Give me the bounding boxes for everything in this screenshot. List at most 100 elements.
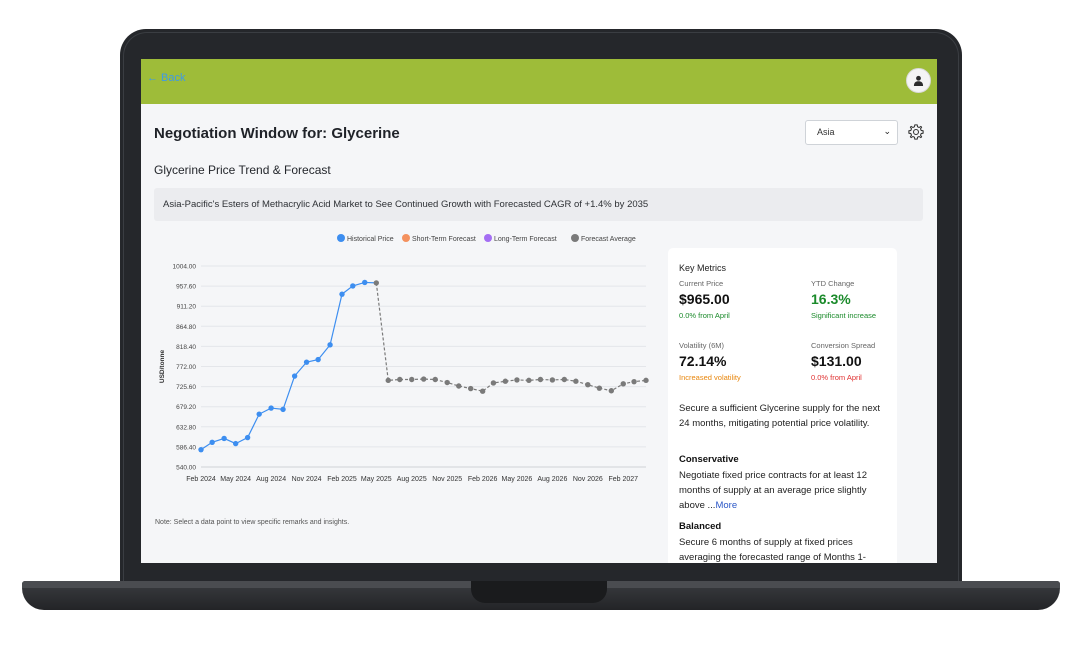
y-tick-label: 679.20	[176, 404, 196, 411]
user-avatar-button[interactable]	[906, 68, 931, 93]
historical-data-point	[280, 406, 286, 413]
x-tick-label: Aug 2025	[397, 476, 427, 483]
y-tick-label: 957.60	[176, 284, 196, 291]
historical-data-point	[256, 411, 262, 417]
chevron-down-icon: ⌄	[883, 126, 891, 136]
x-tick-label: Nov 2024	[292, 476, 322, 483]
y-tick-label: 586.40	[176, 444, 196, 451]
more-link[interactable]: More	[715, 500, 737, 511]
y-tick-label: 772.00	[176, 364, 196, 371]
x-tick-label: Feb 2027	[608, 476, 638, 483]
forecast-data-point	[490, 380, 497, 386]
x-tick-label: Feb 2026	[468, 476, 498, 483]
forecast-data-point	[467, 385, 474, 392]
forecast-data-point	[385, 377, 391, 384]
metric-sub: Increased volatility	[679, 373, 741, 382]
y-tick-label: 540.00	[176, 465, 196, 472]
metric-label: Conversion Spread	[811, 341, 876, 350]
forecast-data-point	[409, 376, 415, 383]
forecast-data-point	[620, 381, 626, 387]
metric-label: Volatility (6M)	[679, 341, 725, 350]
page-title: Negotiation Window for: Glycerine	[154, 125, 400, 142]
app-screen: ← Back Negotiation Window for: Glycerine…	[141, 59, 937, 563]
top-bar: ← Back	[141, 59, 937, 104]
legend-label: Forecast Average	[581, 236, 636, 243]
metric-sub: 0.0% from April	[679, 311, 730, 320]
historical-data-point	[221, 435, 227, 442]
legend-label: Historical Price	[347, 236, 394, 243]
region-select-value: Asia	[817, 127, 835, 137]
conservative-text: Negotiate fixed price contracts for at l…	[679, 470, 867, 511]
forecast-data-point	[561, 376, 568, 383]
x-tick-label: Feb 2024	[186, 476, 216, 483]
back-link[interactable]: ← Back	[147, 72, 186, 84]
forecast-data-point	[643, 377, 649, 384]
historical-data-point	[232, 440, 239, 447]
strategy-summary: Secure a sufficient Glycerine supply for…	[679, 403, 881, 429]
forecast-data-point	[444, 379, 450, 386]
legend-swatch	[484, 234, 492, 242]
x-tick-label: May 2026	[502, 476, 533, 483]
x-tick-label: Feb 2025	[327, 476, 357, 483]
legend-label: Long-Term Forecast	[494, 236, 557, 243]
x-tick-label: Nov 2025	[432, 476, 462, 483]
forecast-data-point	[537, 376, 544, 383]
market-headline: Asia-Pacific's Esters of Methacrylic Aci…	[154, 188, 923, 221]
metric-conversion-spread: Conversion Spread $131.00 0.0% from Apri…	[811, 341, 875, 382]
historical-data-point	[362, 279, 368, 286]
metric-value: 72.14%	[679, 353, 727, 369]
metric-volatility: Volatility (6M) 72.14% Increased volatil…	[679, 341, 741, 382]
x-tick-label: May 2025	[361, 476, 392, 483]
forecast-data-point	[596, 385, 603, 391]
metric-ytd-change: YTD Change 16.3% Significant increase	[811, 279, 876, 320]
metric-current-price: Current Price $965.00 0.0% from April	[679, 279, 730, 320]
strategy-balanced-text: Secure 6 months of supply at fixed price…	[679, 537, 866, 563]
metric-value: $131.00	[811, 353, 862, 369]
historical-data-point	[339, 291, 345, 297]
laptop-notch	[471, 581, 607, 603]
strategy-conservative-text: Negotiate fixed price contracts for at l…	[679, 468, 889, 513]
historical-data-point	[303, 359, 310, 365]
historical-data-point	[327, 342, 333, 348]
forecast-data-point	[631, 378, 637, 385]
legend-swatch	[337, 234, 345, 242]
forecast-data-point	[585, 381, 591, 388]
forecast-data-point	[608, 388, 615, 394]
x-tick-label: May 2024	[220, 476, 251, 483]
forecast-data-point	[549, 377, 556, 383]
legend-swatch	[571, 234, 579, 242]
historical-data-point	[350, 283, 356, 289]
metric-value: $965.00	[679, 291, 730, 307]
historical-data-point	[209, 439, 215, 446]
forecast-data-point	[573, 378, 579, 384]
region-select[interactable]: Asia ⌄	[805, 120, 898, 145]
y-tick-label: 1004.00	[173, 264, 197, 271]
metric-value: 16.3%	[811, 291, 851, 307]
forecast-average-line	[375, 282, 647, 392]
chart-note: Note: Select a data point to view specif…	[155, 519, 350, 526]
historical-data-point	[244, 434, 251, 441]
historical-data-point	[291, 373, 298, 379]
metrics-heading: Key Metrics	[679, 263, 727, 273]
metric-sub: 0.0% from April	[811, 373, 862, 382]
y-tick-label: 725.60	[176, 384, 196, 391]
y-tick-label: 632.80	[176, 424, 196, 431]
metric-label: Current Price	[679, 279, 724, 288]
section-title: Glycerine Price Trend & Forecast	[154, 163, 331, 177]
historical-data-point	[315, 356, 321, 363]
forecast-data-point	[397, 376, 403, 383]
y-tick-label: 911.20	[177, 304, 197, 311]
historical-data-point	[268, 405, 274, 411]
x-tick-label: Aug 2024	[256, 476, 286, 483]
key-metrics-panel: Key Metrics Current Price $965.00 0.0% f…	[668, 248, 897, 563]
forecast-data-point	[420, 376, 427, 382]
historical-data-point	[198, 446, 204, 453]
forecast-data-point	[514, 377, 520, 383]
price-chart: Historical Price Short-Term Forecast Long-…	[151, 229, 651, 529]
metric-sub: Significant increase	[811, 311, 877, 320]
y-axis-label: USD/tonne	[159, 350, 166, 384]
forecast-data-point	[432, 376, 438, 383]
y-tick-label: 864.80	[176, 324, 196, 331]
gear-icon[interactable]	[907, 123, 925, 141]
forecast-data-point	[479, 388, 486, 394]
